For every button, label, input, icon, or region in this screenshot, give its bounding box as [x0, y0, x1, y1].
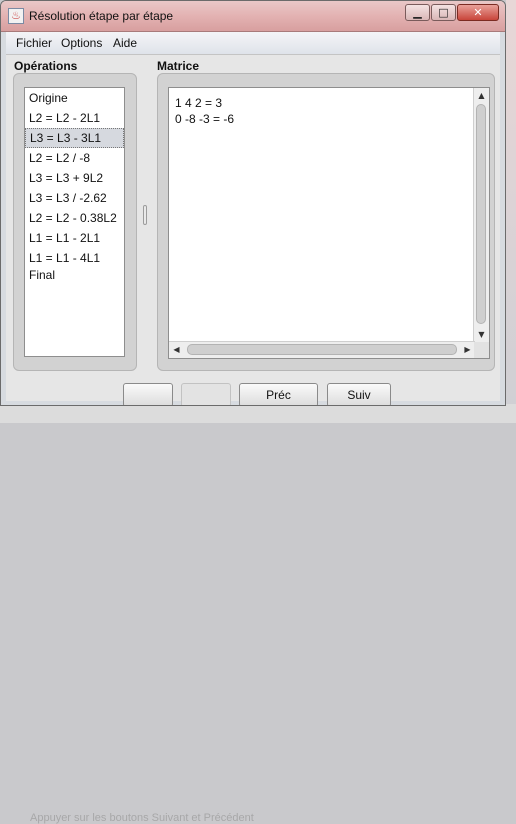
matrix-row-2: 0 -8 -3 = -6 [175, 112, 235, 126]
background-text: Appuyer sur les boutons Suivant et Précé… [30, 812, 254, 824]
operation-item[interactable]: L3 = L3 - 3L1 [25, 128, 124, 148]
operation-item[interactable]: L3 = L3 / -2.62 [25, 188, 124, 208]
matrix-row-1: 1 4 2 = 3 [175, 96, 223, 110]
window-title: Résolution étape par étape [29, 9, 174, 23]
operations-label: Opérations [14, 59, 78, 73]
blank-button-1[interactable] [123, 383, 173, 405]
menu-fichier[interactable]: Fichier [16, 36, 52, 50]
scroll-down-icon[interactable]: ▼ [474, 327, 489, 342]
horizontal-scrollbar[interactable]: ◀ ▶ [169, 341, 475, 358]
desktop-background [506, 0, 516, 423]
vertical-scrollbar[interactable]: ▲ ▼ [473, 88, 489, 342]
operation-item[interactable]: L1 = L1 - 4L1 [25, 248, 124, 268]
scroll-left-icon[interactable]: ◀ [169, 342, 184, 357]
close-button[interactable]: ✕ [457, 4, 499, 21]
scroll-up-icon[interactable]: ▲ [474, 88, 489, 103]
scroll-corner [474, 342, 489, 358]
next-button[interactable]: Suiv [327, 383, 391, 405]
matrix-text-area[interactable]: 1 4 2 = 3 0 -8 -3 = -6 ▲ ▼ ◀ ▶ [168, 87, 490, 359]
minimize-icon: ▁ [413, 6, 422, 19]
window-controls: ▁ □ ✕ [404, 4, 499, 23]
title-bar[interactable]: ♨ Résolution étape par étape ▁ □ ✕ [1, 1, 505, 32]
operation-item[interactable]: L2 = L2 / -8 [25, 148, 124, 168]
menu-bar: Fichier Options Aide [6, 32, 500, 55]
java-app-icon: ♨ [8, 8, 24, 24]
minimize-button[interactable]: ▁ [405, 4, 430, 21]
operation-item[interactable]: L2 = L2 - 0.38L2 [25, 208, 124, 228]
operation-item[interactable]: L3 = L3 + 9L2 [25, 168, 124, 188]
close-icon: ✕ [473, 6, 483, 19]
main-window: ♨ Résolution étape par étape ▁ □ ✕ Fichi… [0, 0, 506, 406]
blank-button-2 [181, 383, 231, 405]
client-area: Fichier Options Aide Opérations Matrice … [6, 32, 500, 405]
scroll-right-icon[interactable]: ▶ [460, 342, 475, 357]
operation-item[interactable]: Origine [25, 88, 124, 108]
horizontal-scroll-thumb[interactable] [187, 344, 457, 355]
operation-item[interactable]: L2 = L2 - 2L1 [25, 108, 124, 128]
operation-item[interactable]: L1 = L1 - 2L1 [25, 228, 124, 248]
menu-options[interactable]: Options [61, 36, 102, 50]
menu-aide[interactable]: Aide [113, 36, 137, 50]
matrix-label: Matrice [157, 59, 200, 73]
background-window-strip: Appuyer sur les boutons Suivant et Précé… [0, 404, 516, 824]
splitter-handle[interactable] [143, 205, 147, 225]
vertical-scroll-thumb[interactable] [476, 104, 486, 324]
operations-list[interactable]: Origine L2 = L2 - 2L1 L3 = L3 - 3L1 L2 = L2… [24, 87, 125, 357]
operation-item[interactable]: Final [25, 268, 124, 280]
maximize-icon: □ [438, 6, 449, 19]
maximize-button[interactable]: □ [431, 4, 456, 21]
prev-button[interactable]: Préc [239, 383, 318, 405]
